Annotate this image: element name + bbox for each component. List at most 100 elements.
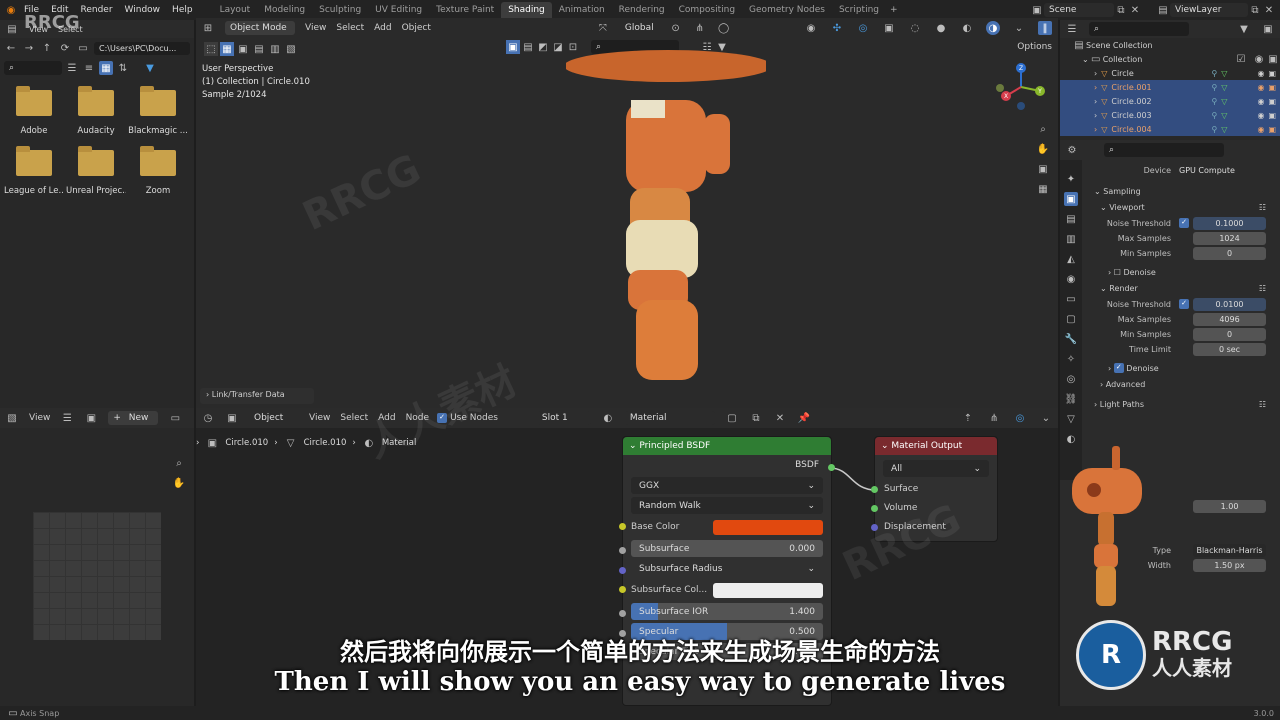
eye-icon[interactable]: ◉ <box>1252 52 1266 66</box>
eye-icon[interactable]: ◉ <box>1257 69 1264 78</box>
editor-type-icon[interactable]: ▧ <box>5 411 19 425</box>
refresh-icon[interactable]: ⟳ <box>58 41 72 55</box>
rendered-shading-icon[interactable]: ◑ <box>986 21 1000 35</box>
tab-sculpting[interactable]: Sculpting <box>312 2 368 18</box>
sss-color-socket[interactable] <box>619 586 626 593</box>
sss-ior-socket[interactable] <box>619 610 626 617</box>
select-extend-icon[interactable]: ▣ <box>236 42 250 56</box>
close-icon[interactable]: ✕ <box>1128 3 1142 17</box>
link-transfer-panel[interactable]: › Link/Transfer Data <box>200 388 314 404</box>
subsurface-socket[interactable] <box>619 547 626 554</box>
list-vertical-icon[interactable]: ☰ <box>65 61 79 75</box>
mesh-data-icon[interactable]: ▽ <box>1221 97 1227 106</box>
viewport-menu-add[interactable]: Add <box>374 23 391 33</box>
camera-icon[interactable]: ▣ <box>1268 69 1276 78</box>
path-field[interactable]: C:\Users\PC\Docu... <box>94 41 190 55</box>
collapse-icon[interactable]: › <box>1094 69 1097 78</box>
object-tab-icon[interactable]: ▢ <box>1064 312 1078 326</box>
checkbox-icon[interactable]: ☐ <box>1114 268 1121 277</box>
mesh-data-icon[interactable]: ▽ <box>1221 125 1227 134</box>
zoom-icon[interactable]: ⌕ <box>172 456 186 470</box>
slot-selector[interactable]: Slot 1 <box>536 411 591 425</box>
pin-icon[interactable]: 📌 <box>797 411 811 425</box>
fake-user-icon[interactable]: ▢ <box>725 411 739 425</box>
tab-uv-editing[interactable]: UV Editing <box>368 2 429 18</box>
output-tab-icon[interactable]: ▤ <box>1064 212 1078 226</box>
collapse-icon[interactable]: › <box>1100 380 1103 389</box>
camera-icon[interactable]: ▣ <box>1268 97 1276 106</box>
sampling-panel-header[interactable]: Sampling <box>1103 187 1140 196</box>
folder-item[interactable]: League of Le... <box>4 146 64 196</box>
tab-geometry-nodes[interactable]: Geometry Nodes <box>742 2 832 18</box>
copy-icon[interactable]: ⧉ <box>1248 3 1262 17</box>
close-icon[interactable]: ✕ <box>773 411 787 425</box>
select-subtract-icon[interactable]: ▤ <box>252 42 266 56</box>
expand-icon[interactable]: ⌄ <box>1100 203 1107 212</box>
material-shading-icon[interactable]: ◐ <box>960 21 974 35</box>
render-subpanel-header[interactable]: Render <box>1109 284 1137 293</box>
tab-rendering[interactable]: Rendering <box>612 2 672 18</box>
r-noise-field[interactable]: 0.0100 <box>1193 297 1266 311</box>
add-workspace-icon[interactable]: + <box>890 5 898 15</box>
back-icon[interactable]: ← <box>4 41 18 55</box>
editor-type-icon[interactable]: ⊞ <box>201 21 215 35</box>
mesh-data-icon[interactable]: ▽ <box>1221 111 1227 120</box>
scene-selector[interactable]: Scene <box>1044 3 1114 17</box>
vp-noise-field[interactable]: 0.1000 <box>1193 216 1266 230</box>
thumbnails-icon[interactable]: ▦ <box>99 61 113 75</box>
collapse-icon[interactable]: › <box>1094 97 1097 106</box>
time-limit-field[interactable]: 0 sec <box>1193 342 1266 356</box>
tab-scripting[interactable]: Scripting <box>832 2 886 18</box>
visibility-icon[interactable]: ◉ <box>804 21 818 35</box>
tab-compositing[interactable]: Compositing <box>672 2 742 18</box>
select-tool-icon[interactable]: ⬚ <box>204 42 218 56</box>
snap-icon[interactable]: ⋔ <box>987 411 1001 425</box>
advanced-subpanel-header[interactable]: Advanced <box>1106 380 1146 389</box>
zoom-icon[interactable]: ⌕ <box>1036 122 1050 136</box>
particles-tab-icon[interactable]: ✧ <box>1064 352 1078 366</box>
tab-texture-paint[interactable]: Texture Paint <box>429 2 501 18</box>
world-tab-icon[interactable]: ◉ <box>1064 272 1078 286</box>
parent-node-tree-icon[interactable]: ⇡ <box>961 411 975 425</box>
collapse-icon[interactable]: › <box>1094 111 1097 120</box>
r-denoise-label[interactable]: Denoise <box>1126 364 1158 373</box>
collapse-icon[interactable]: › <box>1108 364 1111 373</box>
filter-icon[interactable]: ▼ <box>1237 22 1251 36</box>
wrench-icon[interactable]: ⚲ <box>1211 125 1217 134</box>
forward-icon[interactable]: → <box>22 41 36 55</box>
filter-width-field[interactable]: 1.50 px <box>1193 558 1266 572</box>
editor-type-icon[interactable]: ⚙ <box>1065 143 1079 157</box>
outliner-row[interactable]: › ▽ Circle ⚲ ▽ ◉ ▣ <box>1060 66 1280 80</box>
filter-size-field[interactable]: 1.00 <box>1193 499 1266 513</box>
wrench-icon[interactable]: ⚲ <box>1211 111 1217 120</box>
bsdf-output-socket[interactable] <box>828 464 835 471</box>
new-collection-icon[interactable]: ▣ <box>1261 22 1275 36</box>
image-icon[interactable]: ▣ <box>84 411 98 425</box>
sss-radius-socket[interactable] <box>619 567 626 574</box>
mesh-data-icon[interactable]: ▽ <box>1221 83 1227 92</box>
node-header[interactable]: ⌄ Principled BSDF <box>623 437 831 455</box>
device-selector[interactable]: GPU Compute <box>1179 164 1266 177</box>
checkbox-icon[interactable]: ✓ <box>1179 218 1189 228</box>
list-horizontal-icon[interactable]: ≡ <box>82 61 96 75</box>
camera-icon[interactable]: ▣ <box>1268 125 1276 134</box>
view-layer-tab-icon[interactable]: ▥ <box>1064 232 1078 246</box>
mode-selector[interactable]: Object Mode <box>225 21 295 35</box>
subsurface-field[interactable]: Subsurface 0.000 <box>631 540 823 557</box>
subsurface-radius-field[interactable]: Subsurface Radius ⌄ <box>631 560 823 577</box>
folder-item[interactable]: Audacity <box>66 86 126 136</box>
tab-layout[interactable]: Layout <box>213 2 258 18</box>
outliner-row[interactable]: › ▽ Circle.004 ⚲ ▽ ◉ ▣ <box>1060 122 1280 136</box>
ortho-grid-icon[interactable]: ▦ <box>1036 182 1050 196</box>
vp-max-samples-field[interactable]: 1024 <box>1193 231 1266 245</box>
outliner-row[interactable]: › ▽ Circle.001 ⚲ ▽ ◉ ▣ <box>1060 80 1280 94</box>
eye-icon[interactable]: ◉ <box>1257 111 1264 120</box>
camera-icon[interactable]: ▣ <box>1266 52 1280 66</box>
properties-search-input[interactable]: ⌕ <box>1104 143 1224 157</box>
gizmo-icon[interactable]: ✣ <box>830 21 844 35</box>
options-button[interactable]: Options <box>1017 42 1052 52</box>
outliner-row[interactable]: › ▽ Circle.003 ⚲ ▽ ◉ ▣ <box>1060 108 1280 122</box>
collapse-icon[interactable]: › <box>1108 268 1111 277</box>
proportional-icon[interactable]: ◯ <box>717 21 731 35</box>
menu-window[interactable]: Window <box>119 5 167 15</box>
